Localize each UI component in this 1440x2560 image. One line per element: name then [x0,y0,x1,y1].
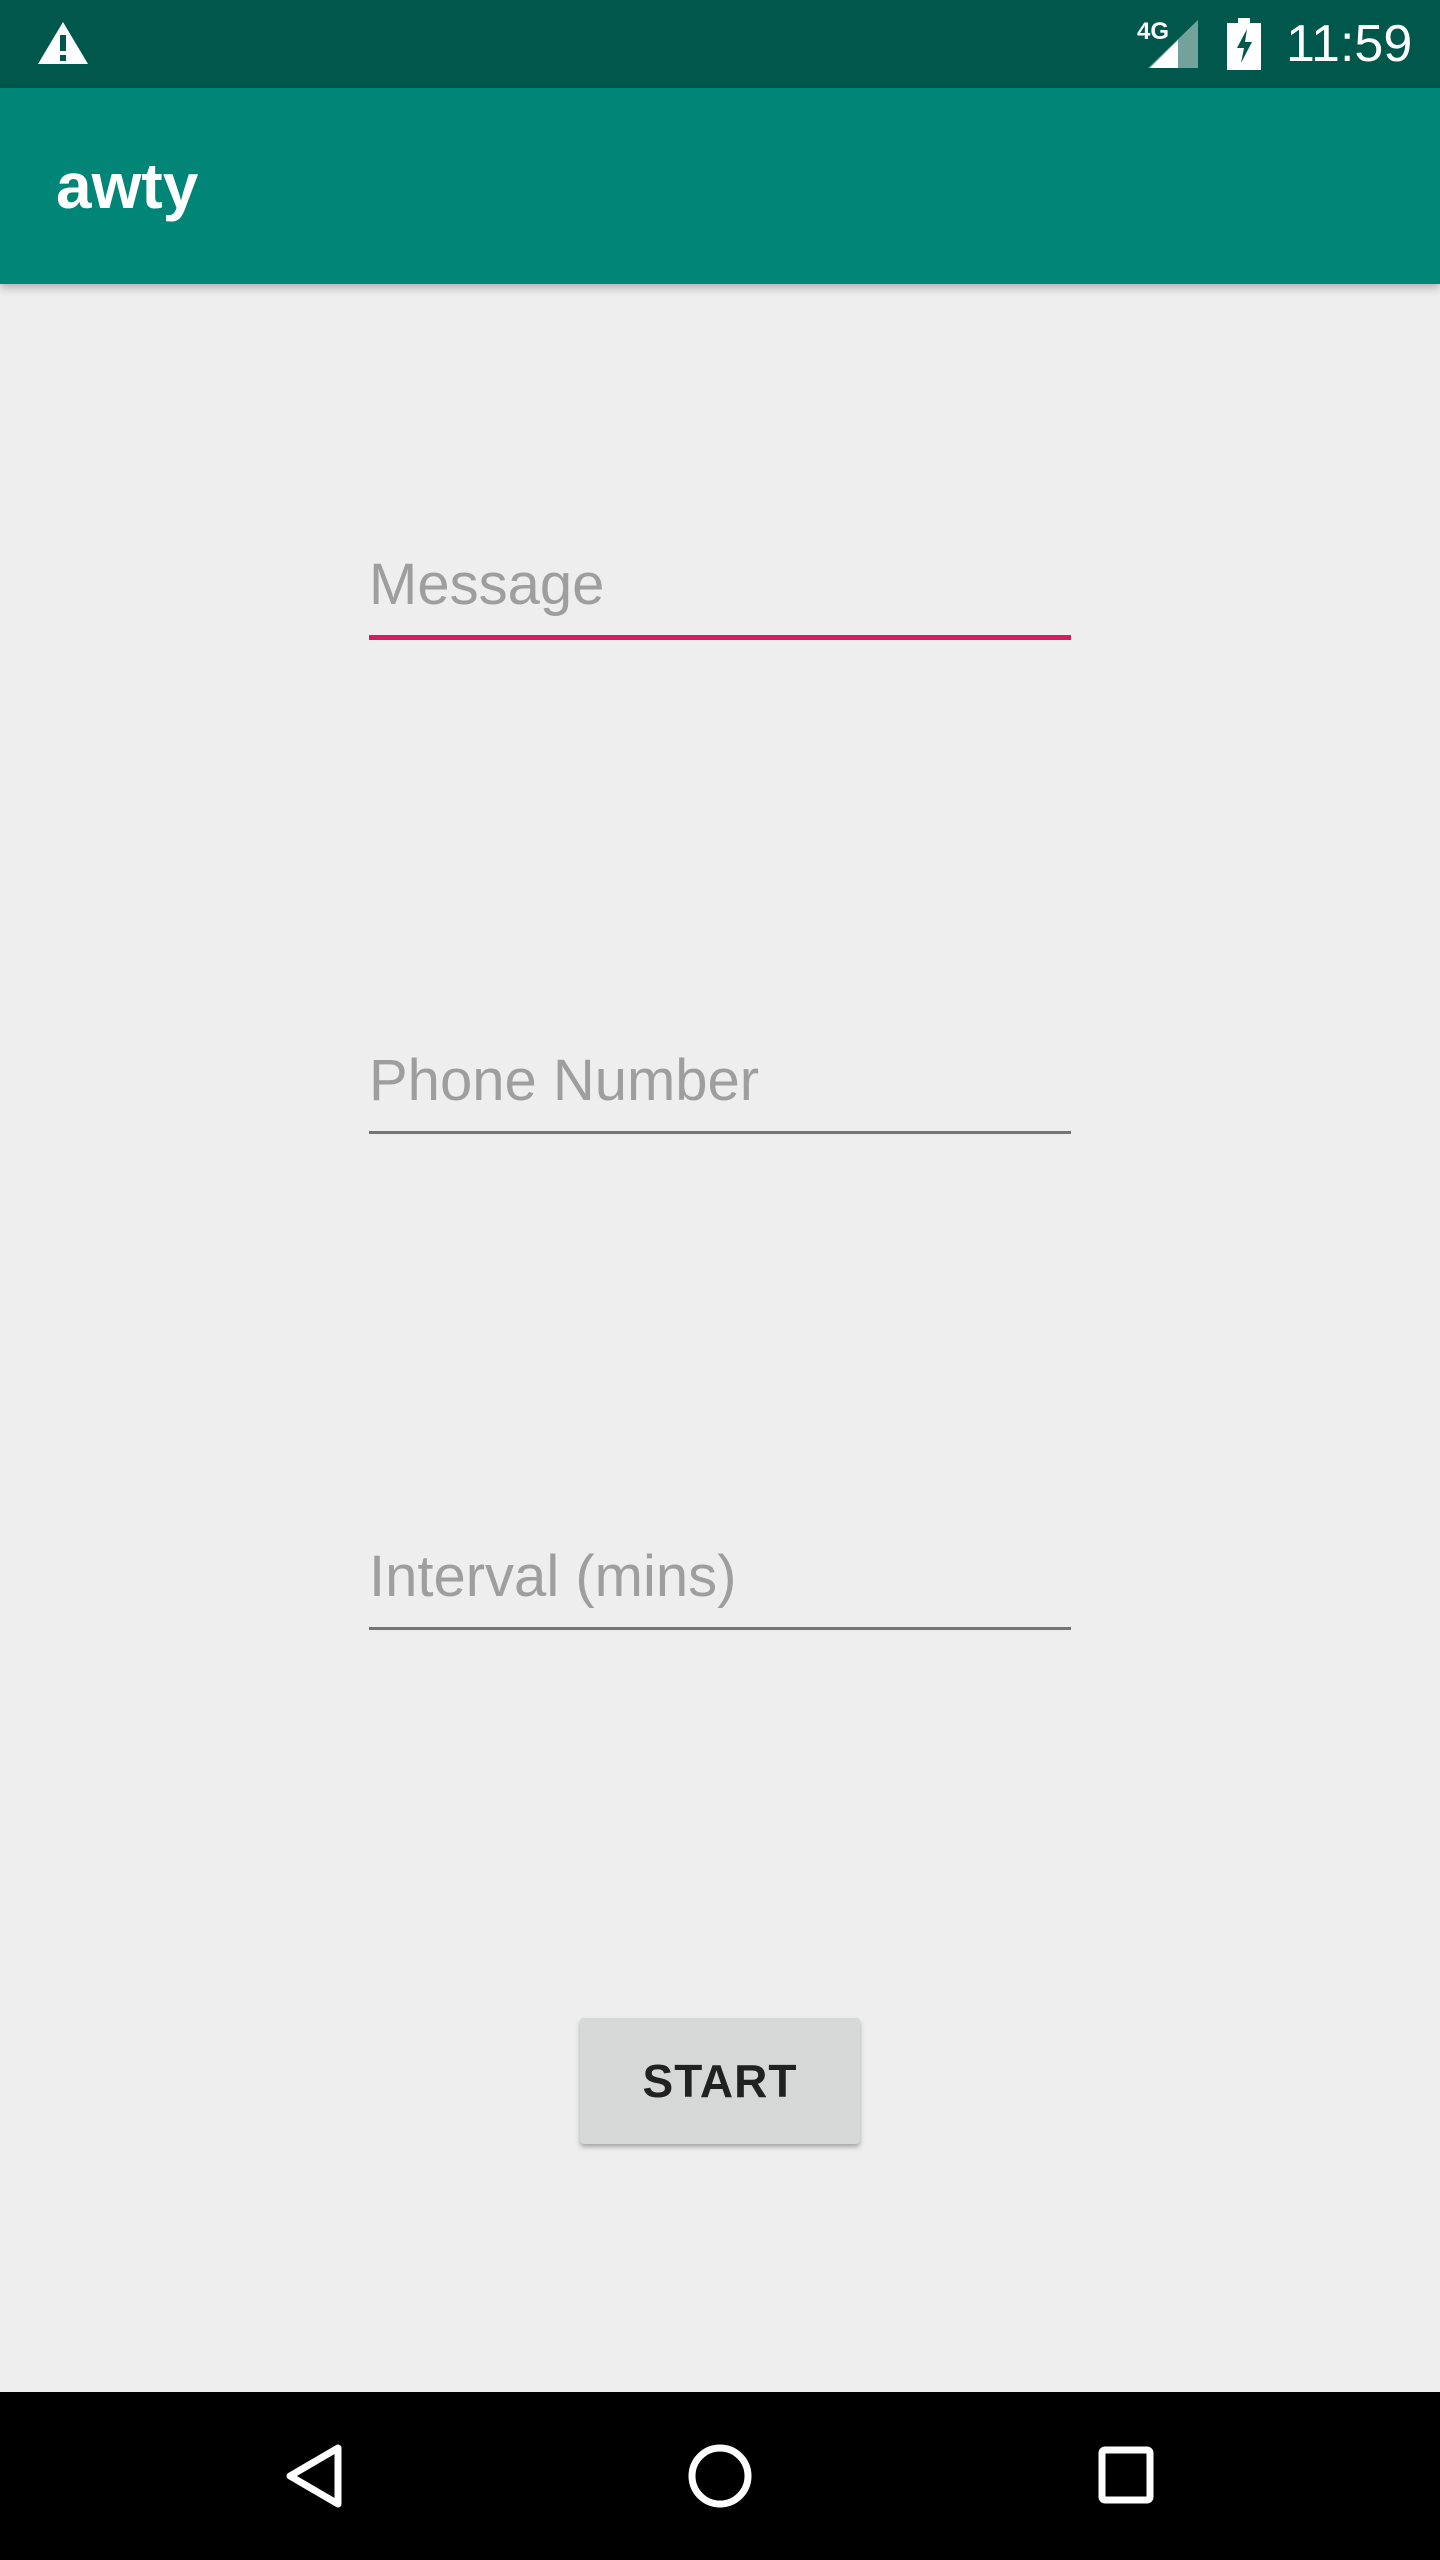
warning-icon [38,22,88,64]
back-icon[interactable] [282,2436,346,2516]
battery-charging-icon [1227,18,1261,70]
phone-number-input[interactable] [369,1036,1071,1124]
interval-input[interactable] [369,1532,1071,1620]
phone-underline [369,1131,1071,1134]
status-time: 11:59 [1286,15,1413,73]
app-bar: awty [0,88,1440,284]
status-bar: 4G 11:59 [0,0,1440,88]
interval-field [369,1532,1071,1630]
app-title: awty [56,150,199,222]
message-underline [369,635,1071,640]
interval-underline [369,1627,1071,1630]
navigation-bar [0,2392,1440,2560]
signal-icon [1148,20,1198,68]
message-input[interactable] [369,540,1071,628]
recents-icon[interactable] [1092,2440,1160,2510]
phone-field [369,1036,1071,1134]
start-button[interactable]: START [580,2018,860,2144]
home-icon[interactable] [683,2436,757,2516]
message-field [369,540,1071,640]
